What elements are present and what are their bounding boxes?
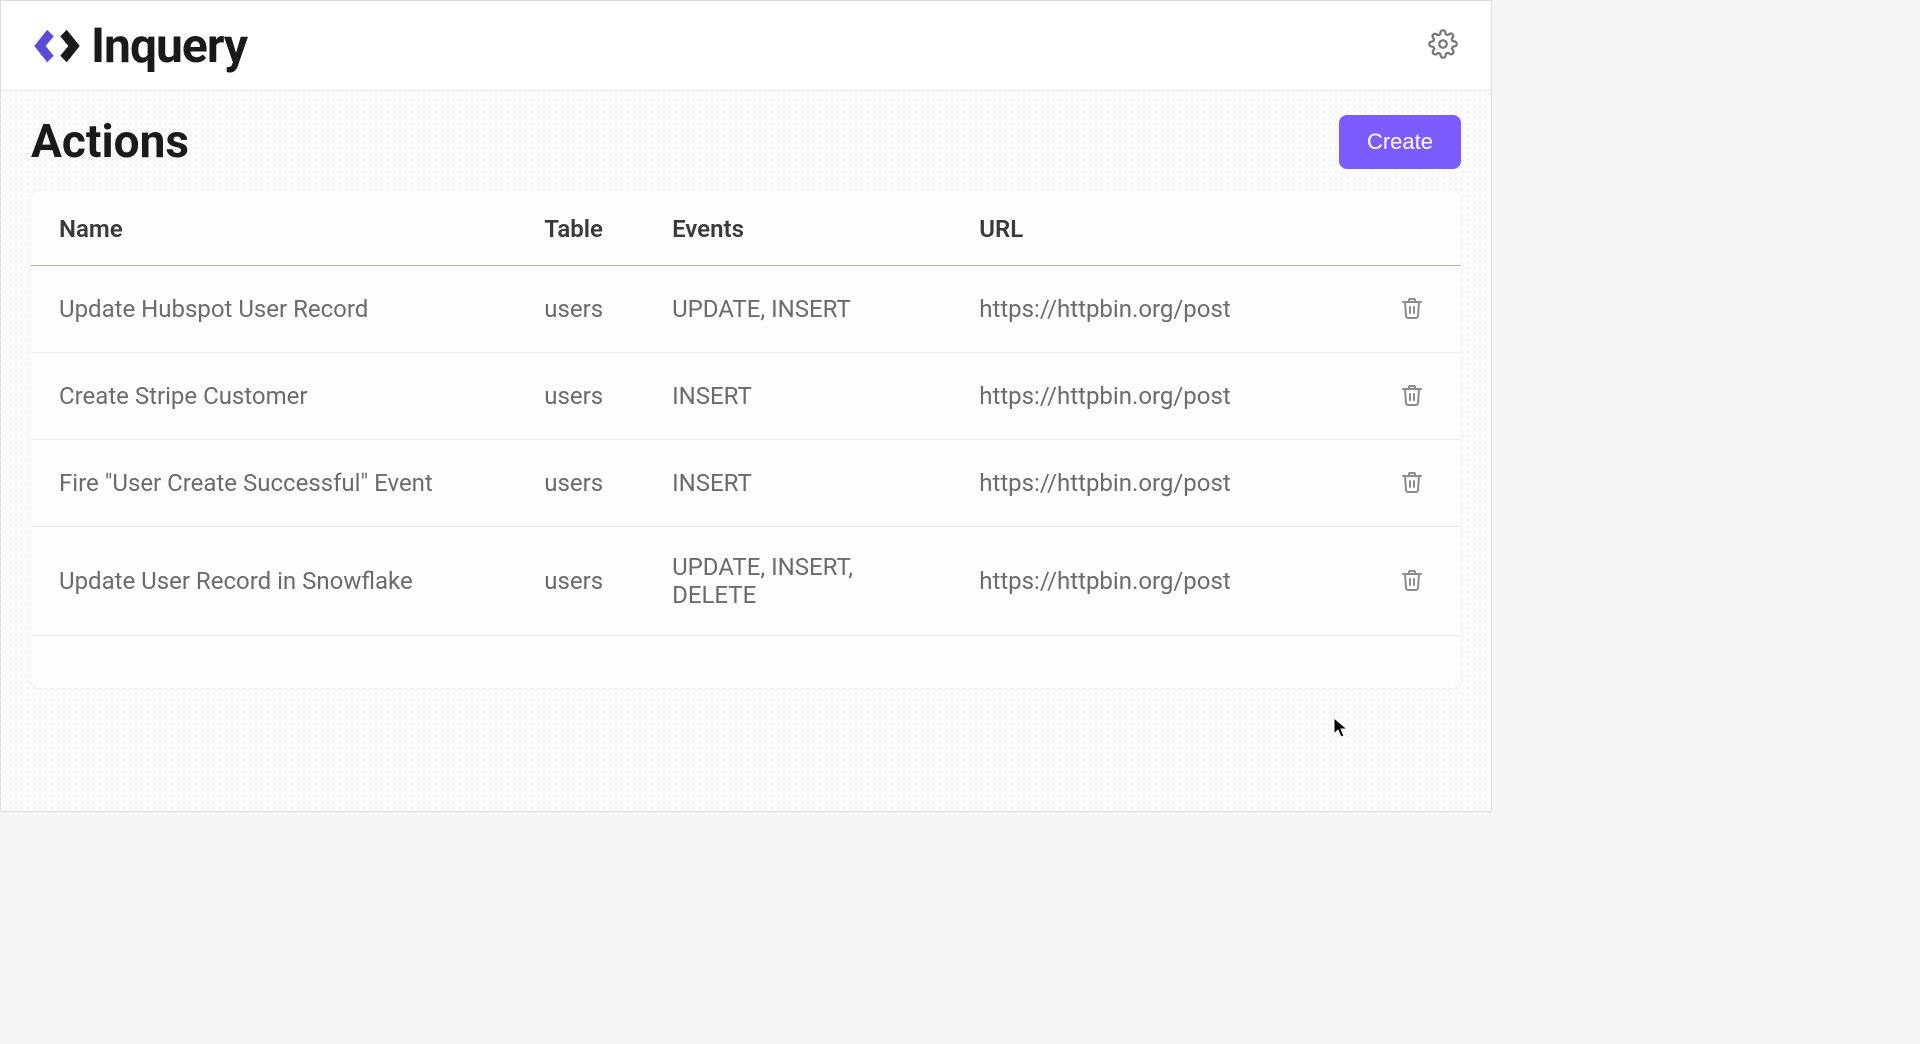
cell-table: users (516, 527, 644, 636)
brand-name: Inquery (91, 17, 247, 74)
trash-icon (1400, 296, 1424, 320)
page-header: Actions Create (31, 115, 1461, 169)
delete-button[interactable] (1396, 564, 1428, 596)
cell-table: users (516, 440, 644, 527)
content-area: Actions Create Name Table Events URL Upd… (1, 91, 1491, 811)
delete-button[interactable] (1396, 292, 1428, 324)
table-row[interactable]: Create Stripe CustomerusersINSERThttps:/… (31, 353, 1461, 440)
table-row[interactable]: Update Hubspot User RecordusersUPDATE, I… (31, 266, 1461, 353)
settings-button[interactable] (1425, 28, 1461, 64)
trash-icon (1400, 470, 1424, 494)
logo-mark-icon (31, 20, 83, 72)
col-header-events: Events (644, 191, 951, 266)
col-header-table: Table (516, 191, 644, 266)
col-header-actions (1363, 191, 1461, 266)
create-button[interactable]: Create (1339, 115, 1461, 169)
cell-url: https://httpbin.org/post (951, 266, 1363, 353)
cell-events: UPDATE, INSERT (644, 266, 951, 353)
actions-table: Name Table Events URL Update Hubspot Use… (31, 191, 1461, 688)
cell-events: UPDATE, INSERT, DELETE (644, 527, 951, 636)
cell-name: Create Stripe Customer (31, 353, 516, 440)
cell-table: users (516, 353, 644, 440)
col-header-url: URL (951, 191, 1363, 266)
cell-events: INSERT (644, 353, 951, 440)
cell-url: https://httpbin.org/post (951, 353, 1363, 440)
cell-name: Update User Record in Snowflake (31, 527, 516, 636)
table-spacer (31, 636, 1461, 689)
gear-icon (1428, 29, 1458, 63)
cell-events: INSERT (644, 440, 951, 527)
cell-url: https://httpbin.org/post (951, 527, 1363, 636)
delete-button[interactable] (1396, 466, 1428, 498)
cell-table: users (516, 266, 644, 353)
table-row[interactable]: Update User Record in SnowflakeusersUPDA… (31, 527, 1461, 636)
actions-table-card: Name Table Events URL Update Hubspot Use… (31, 191, 1461, 688)
delete-button[interactable] (1396, 379, 1428, 411)
page-title: Actions (31, 115, 189, 169)
cell-name: Fire "User Create Successful" Event (31, 440, 516, 527)
table-header-row: Name Table Events URL (31, 191, 1461, 266)
col-header-name: Name (31, 191, 516, 266)
trash-icon (1400, 568, 1424, 592)
logo[interactable]: Inquery (31, 17, 247, 74)
cell-url: https://httpbin.org/post (951, 440, 1363, 527)
topbar: Inquery (1, 1, 1491, 91)
trash-icon (1400, 383, 1424, 407)
table-row[interactable]: Fire "User Create Successful" Eventusers… (31, 440, 1461, 527)
cell-name: Update Hubspot User Record (31, 266, 516, 353)
app-frame: Inquery Actions Create Name Table (0, 0, 1492, 812)
